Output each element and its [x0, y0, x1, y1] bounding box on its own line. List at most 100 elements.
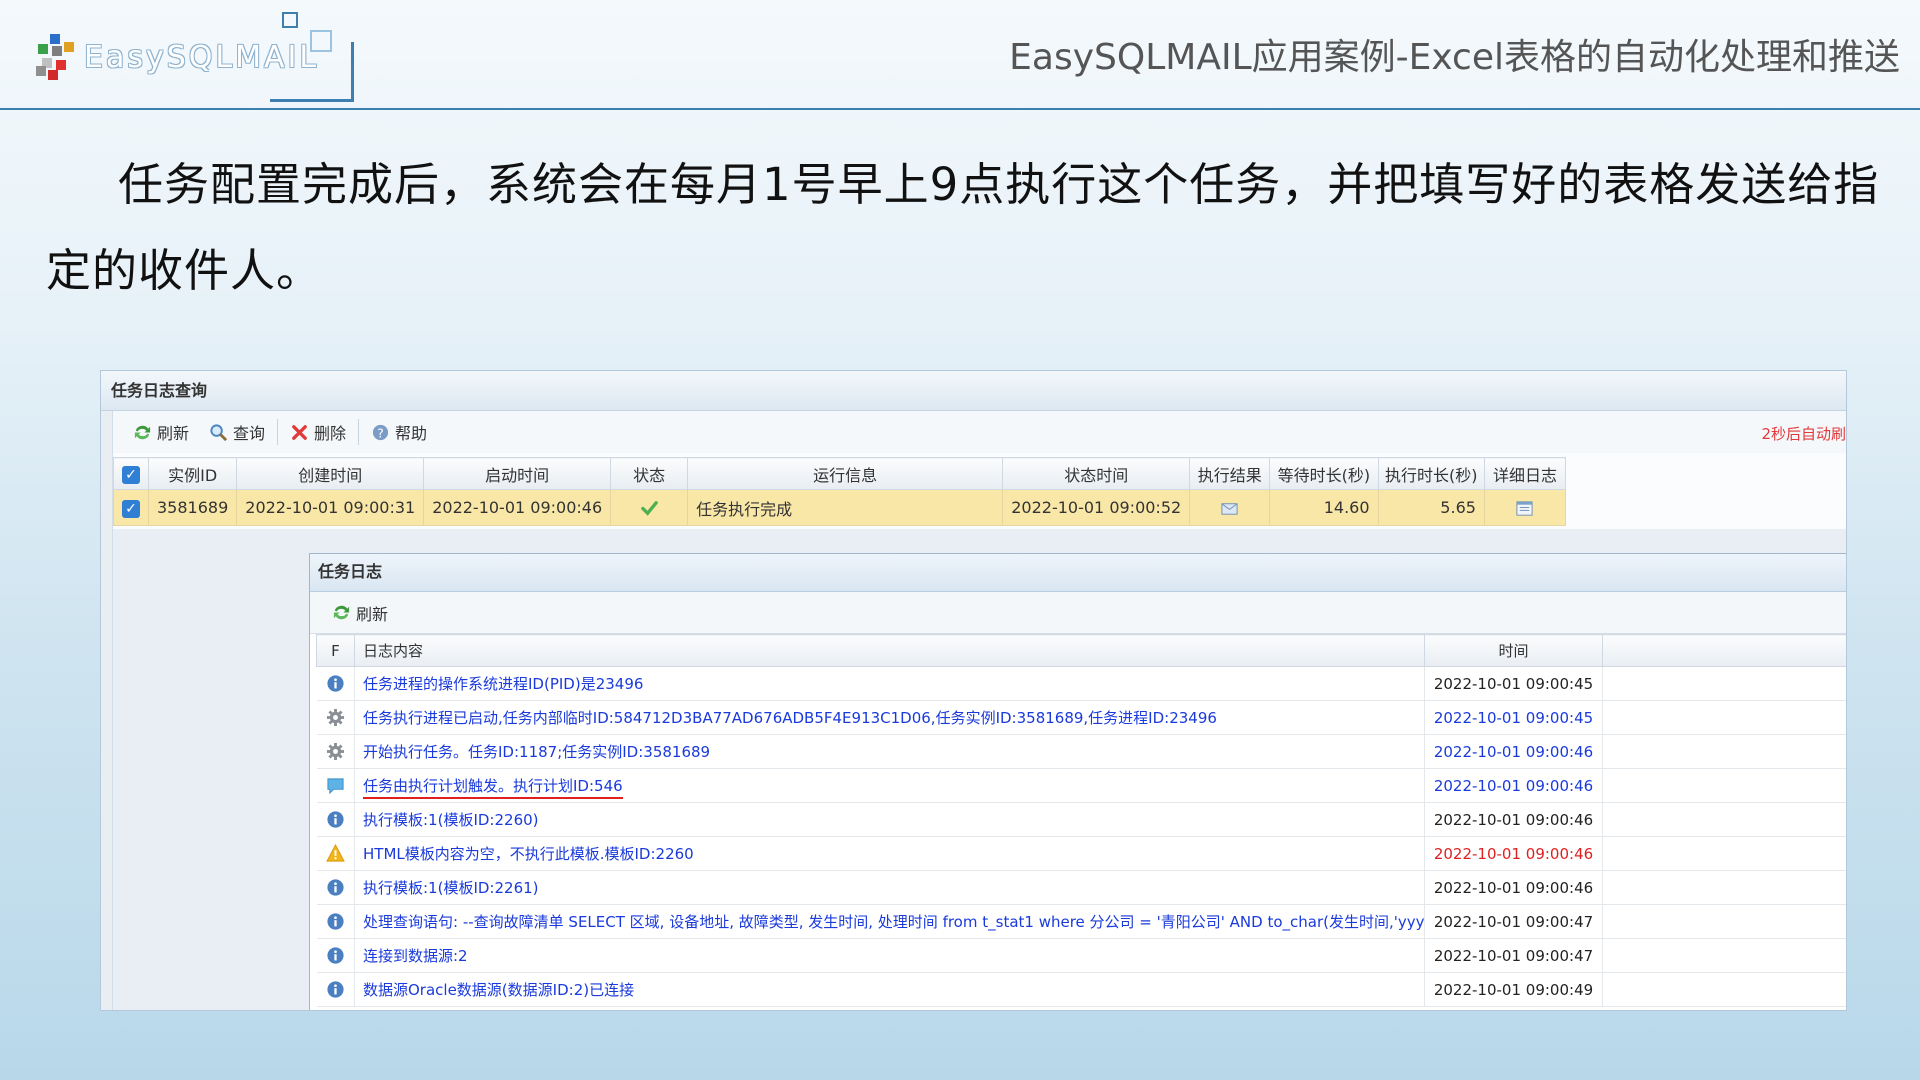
- svg-text:?: ?: [377, 426, 384, 440]
- log-spacer-cell: [1602, 802, 1846, 837]
- search-icon: [210, 423, 228, 441]
- select-all-checkbox[interactable]: ✓: [113, 457, 149, 490]
- log-row[interactable]: 执行模板:1(模板ID:2260) 2022-10-01 09:00:46: [316, 802, 1846, 837]
- task-log-dialog: 任务日志 刷新 F 日志内容 时间 任务进程的操作系统进程ID(PID)是234…: [309, 553, 1846, 1010]
- log-spacer-cell: [1602, 972, 1846, 1007]
- slide-paragraph: 任务配置完成后，系统会在每月1号早上9点执行这个任务，并把填写好的表格发送给指定…: [46, 158, 1880, 297]
- log-content-cell: 开始执行任务。任务ID:1187;任务实例ID:3581689: [354, 734, 1425, 769]
- log-text: 连接到数据源:2: [363, 947, 468, 965]
- dialog-toolbar: 刷新: [310, 592, 1846, 634]
- checkbox-checked-icon: ✓: [122, 499, 140, 518]
- delete-button[interactable]: 删除: [280, 417, 356, 447]
- log-flag-cell: [316, 700, 355, 735]
- log-content-cell: 数据源Oracle数据源(数据源ID:2)已连接: [354, 972, 1425, 1007]
- dialog-refresh-label: 刷新: [356, 604, 389, 624]
- log-content-cell: 连接到数据源:2: [354, 938, 1425, 973]
- log-flag-cell: [316, 972, 355, 1007]
- col-header-time[interactable]: 时间: [1424, 634, 1603, 667]
- col-header[interactable]: 详细日志: [1483, 457, 1567, 490]
- query-label: 查询: [233, 424, 266, 443]
- log-table: F 日志内容 时间 任务进程的操作系统进程ID(PID)是23496 2022-1…: [316, 634, 1846, 1007]
- info-icon: [326, 980, 345, 998]
- dialog-title: 任务日志: [310, 554, 1846, 592]
- dialog-refresh-button[interactable]: 刷新: [328, 598, 392, 628]
- col-header[interactable]: 启动时间: [423, 457, 612, 490]
- log-row[interactable]: 任务进程的操作系统进程ID(PID)是23496 2022-10-01 09:00…: [316, 666, 1846, 701]
- col-header[interactable]: 创建时间: [236, 457, 425, 490]
- col-header[interactable]: 实例ID: [147, 457, 238, 490]
- log-time-cell: 2022-10-01 09:00:46: [1424, 802, 1603, 837]
- log-row[interactable]: 任务执行进程已启动,任务内部临时ID:584712D3BA77AD676ADB5…: [316, 700, 1846, 735]
- gear-icon: [326, 708, 345, 727]
- log-row[interactable]: 数据源Oracle数据源(数据源ID:2)已连接 2022-10-01 09:00…: [316, 972, 1846, 1007]
- log-flag-cell: [316, 802, 355, 837]
- log-text: 任务由执行计划触发。执行计划ID:546: [363, 777, 623, 799]
- log-spacer-cell: [1602, 904, 1846, 939]
- log-spacer-cell: [1602, 870, 1846, 905]
- table-row[interactable]: ✓ 3581689 2022-10-01 09:00:31 2022-10-01…: [113, 489, 1567, 526]
- log-flag-cell: [316, 938, 355, 973]
- col-header-spacer: [1602, 634, 1846, 667]
- log-text: HTML模板内容为空，不执行此模板.模板ID:2260: [363, 845, 694, 863]
- run-info-cell: 任务执行完成: [687, 489, 1004, 526]
- status-time-cell: 2022-10-01 09:00:52: [1002, 489, 1191, 526]
- log-row[interactable]: 处理查询语句: --查询故障清单 SELECT 区域, 设备地址, 故障类型, …: [316, 904, 1846, 939]
- log-text: 任务进程的操作系统进程ID(PID)是23496: [363, 675, 644, 693]
- col-header-flag[interactable]: F: [316, 634, 355, 667]
- toolbar: 刷新 查询 删除 ? 帮助 2秒后自动刷: [113, 411, 1846, 453]
- start-time-cell: 2022-10-01 09:00:46: [423, 489, 612, 526]
- col-header[interactable]: 执行时长(秒): [1377, 457, 1485, 490]
- mail-icon: [1221, 502, 1238, 515]
- task-instance-grid: ✓ 实例ID 创建时间 启动时间 状态 运行信息 状态时间 执行结果 等待时长(…: [113, 457, 1567, 526]
- info-icon: [326, 912, 345, 930]
- task-log-query-window: 任务日志 查询 刷新 查询 删除 ? 帮助 2秒后自动刷 ✓ 实例ID 创建时间: [100, 370, 1847, 1011]
- delete-icon: [292, 424, 307, 440]
- gear-icon: [326, 742, 345, 761]
- log-content-cell: 执行模板:1(模板ID:2261): [354, 870, 1425, 905]
- refresh-button[interactable]: 刷新: [123, 417, 199, 447]
- log-row[interactable]: 执行模板:1(模板ID:2261) 2022-10-01 09:00:46: [316, 870, 1846, 905]
- help-label: 帮助: [395, 424, 428, 443]
- log-time-cell: 2022-10-01 09:00:46: [1424, 734, 1603, 769]
- help-button[interactable]: ? 帮助: [361, 417, 437, 447]
- log-row[interactable]: HTML模板内容为空，不执行此模板.模板ID:2260 2022-10-01 09…: [316, 836, 1846, 871]
- log-content-cell: 任务进程的操作系统进程ID(PID)是23496: [354, 666, 1425, 701]
- col-header[interactable]: 状态: [610, 457, 689, 490]
- log-time-cell: 2022-10-01 09:00:47: [1424, 904, 1603, 939]
- log-spacer-cell: [1602, 700, 1846, 735]
- instance-id-cell: 3581689: [147, 489, 238, 526]
- col-header[interactable]: 等待时长(秒): [1269, 457, 1379, 490]
- detail-log-cell[interactable]: [1483, 489, 1567, 526]
- logo: EasySQLMAIL: [34, 12, 354, 102]
- logo-cubes-icon: [36, 34, 74, 80]
- log-spacer-cell: [1602, 938, 1846, 973]
- log-spacer-cell: [1602, 666, 1846, 701]
- log-time-cell: 2022-10-01 09:00:46: [1424, 768, 1603, 803]
- log-time-cell: 2022-10-01 09:00:45: [1424, 700, 1603, 735]
- log-flag-cell: [316, 666, 355, 701]
- log-text: 执行模板:1(模板ID:2261): [363, 879, 539, 897]
- log-row[interactable]: 任务由执行计划触发。执行计划ID:546 2022-10-01 09:00:46: [316, 768, 1846, 803]
- log-row[interactable]: 开始执行任务。任务ID:1187;任务实例ID:3581689 2022-10-0…: [316, 734, 1846, 769]
- info-icon: [326, 674, 345, 692]
- col-header-content[interactable]: 日志内容: [354, 634, 1425, 667]
- log-time-cell: 2022-10-01 09:00:45: [1424, 666, 1603, 701]
- log-content-cell: 执行模板:1(模板ID:2260): [354, 802, 1425, 837]
- log-text: 处理查询语句: --查询故障清单 SELECT 区域, 设备地址, 故障类型, …: [363, 913, 1425, 931]
- log-flag-cell: [316, 768, 355, 803]
- result-cell[interactable]: [1189, 489, 1271, 526]
- info-icon: [326, 810, 345, 828]
- log-row[interactable]: 连接到数据源:2 2022-10-01 09:00:47: [316, 938, 1846, 973]
- created-time-cell: 2022-10-01 09:00:31: [236, 489, 425, 526]
- delete-label: 删除: [314, 424, 347, 443]
- col-header[interactable]: 执行结果: [1189, 457, 1271, 490]
- checkbox-checked-icon: ✓: [122, 465, 140, 484]
- col-header[interactable]: 状态时间: [1002, 457, 1191, 490]
- log-content-cell: 处理查询语句: --查询故障清单 SELECT 区域, 设备地址, 故障类型, …: [354, 904, 1425, 939]
- status-cell: [610, 489, 689, 526]
- query-button[interactable]: 查询: [199, 417, 275, 447]
- col-header[interactable]: 运行信息: [687, 457, 1004, 490]
- log-content-cell: 任务由执行计划触发。执行计划ID:546: [354, 768, 1425, 803]
- log-content-cell: 任务执行进程已启动,任务内部临时ID:584712D3BA77AD676ADB5…: [354, 700, 1425, 735]
- row-checkbox[interactable]: ✓: [113, 489, 149, 526]
